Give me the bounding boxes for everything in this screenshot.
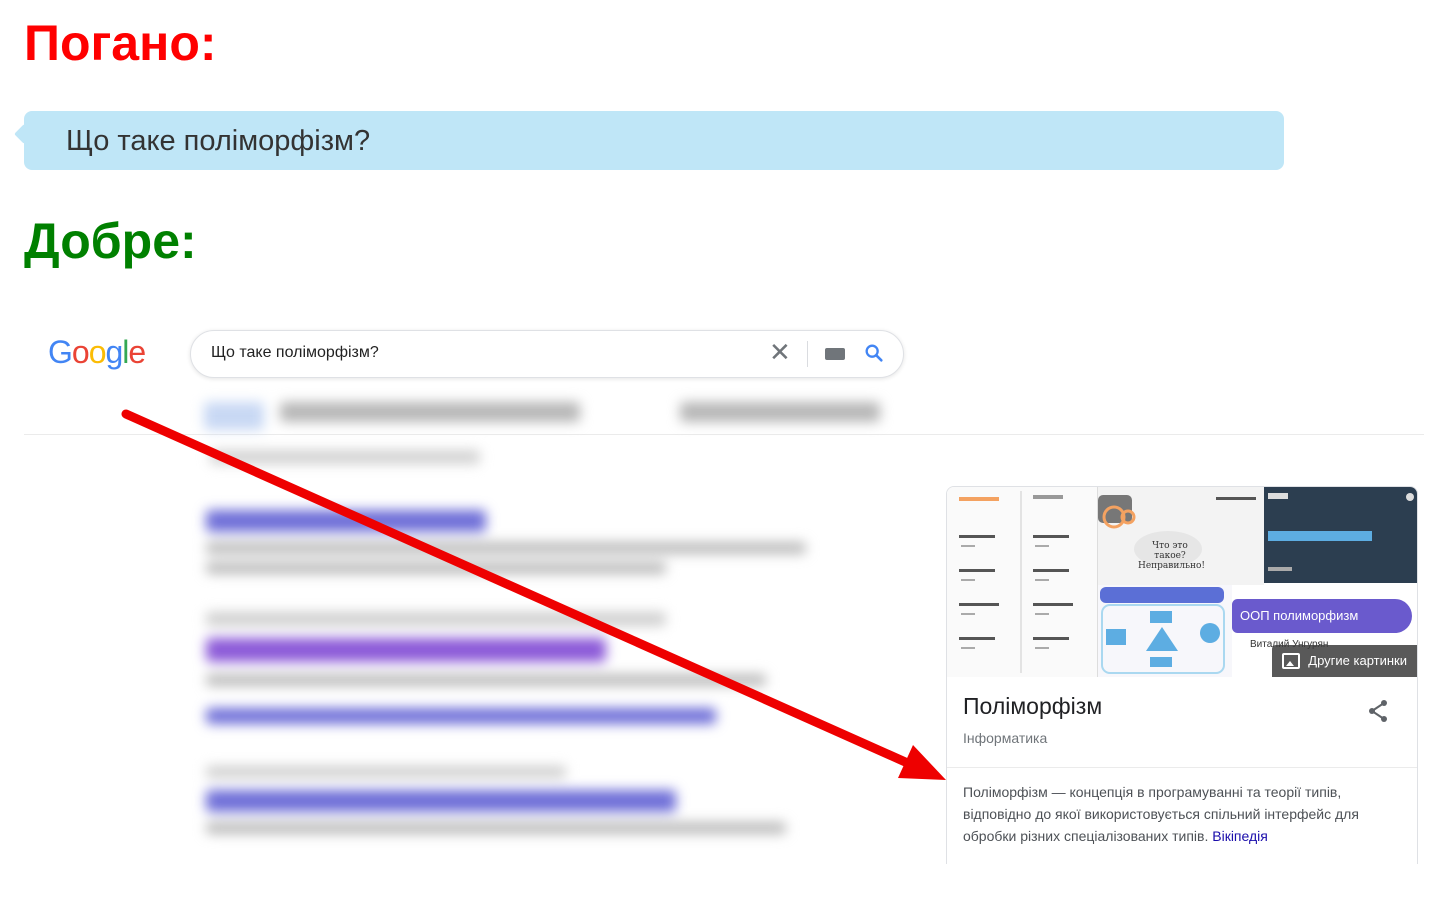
search-icon[interactable] xyxy=(863,342,885,364)
google-screenshot: Google Що таке поліморфізм? ✕ Что это та… xyxy=(24,300,1424,864)
dark-slide-image[interactable] xyxy=(1264,487,1417,583)
search-box[interactable]: Що таке поліморфізм? ✕ xyxy=(190,330,904,378)
oop-caption: ООП полиморфизм xyxy=(1232,599,1412,633)
question-caption: Что это такое? Неправильно! xyxy=(1138,541,1206,571)
good-heading: Добре: xyxy=(24,213,197,269)
bad-query-bubble: Що таке поліморфізм? xyxy=(24,111,1284,170)
panel-title: Поліморфізм xyxy=(963,693,1103,719)
search-divider xyxy=(807,341,808,367)
wikipedia-link[interactable]: Вікіпедія xyxy=(1212,828,1268,844)
image-strip[interactable]: Что это такое? Неправильно! ООП полиморф… xyxy=(947,487,1417,677)
more-images-button[interactable]: Другие картинки xyxy=(1272,645,1417,677)
question-image[interactable]: Что это такое? Неправильно! xyxy=(1098,487,1264,585)
keyboard-icon[interactable] xyxy=(825,348,845,360)
shapes-image[interactable] xyxy=(1098,585,1232,677)
panel-subtitle: Інформатика xyxy=(963,730,1048,746)
image-icon xyxy=(1282,653,1301,669)
knowledge-panel: Что это такое? Неправильно! ООП полиморф… xyxy=(946,486,1418,864)
google-logo[interactable]: Google xyxy=(48,334,146,371)
bad-heading: Погано: xyxy=(24,15,217,71)
blurred-search-results xyxy=(200,390,900,864)
bad-query-text: Що таке поліморфізм? xyxy=(66,125,371,157)
panel-description-text: Поліморфізм — концепція в програмуванні … xyxy=(963,784,1359,844)
panel-divider xyxy=(947,767,1417,768)
panel-description: Поліморфізм — концепція в програмуванні … xyxy=(963,781,1393,847)
more-images-label: Другие картинки xyxy=(1308,653,1407,668)
close-icon[interactable]: ✕ xyxy=(769,339,791,365)
search-input[interactable]: Що таке поліморфізм? xyxy=(211,344,379,362)
share-icon[interactable] xyxy=(1367,699,1389,723)
code-image[interactable] xyxy=(947,487,1098,677)
